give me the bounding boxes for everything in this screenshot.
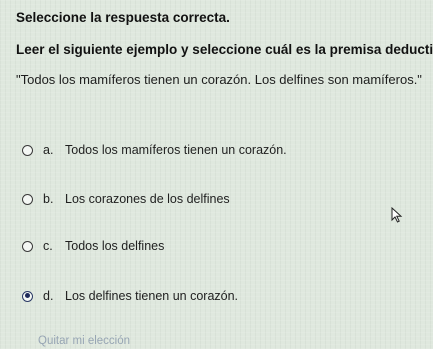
option-d[interactable]: d. Los delfines tienen un corazón. — [22, 289, 238, 303]
question-example-text: "Todos los mamíferos tienen un corazón. … — [16, 72, 422, 87]
question-prompt: Leer el siguiente ejemplo y seleccione c… — [16, 42, 433, 57]
option-letter-d: d. — [43, 289, 54, 303]
quiz-question-card: Seleccione la respuesta correcta. Leer e… — [0, 0, 433, 349]
radio-button-c[interactable] — [22, 240, 33, 252]
option-letter-a: a. — [43, 143, 54, 157]
mouse-pointer-icon — [391, 207, 403, 223]
instruction-heading: Seleccione la respuesta correcta. — [16, 10, 230, 25]
option-label-a: Todos los mamíferos tienen un corazón. — [65, 143, 287, 157]
option-label-d: Los delfines tienen un corazón. — [65, 289, 239, 303]
radio-button-a[interactable] — [22, 144, 33, 156]
option-letter-c: c. — [43, 239, 53, 253]
radio-button-b[interactable] — [22, 193, 33, 205]
option-label-b: Los corazones de los delfines — [65, 192, 230, 206]
option-b[interactable]: b. Los corazones de los delfines — [22, 192, 230, 206]
clear-selection-link[interactable]: Quitar mi elección — [38, 335, 130, 347]
option-c[interactable]: c. Todos los delfines — [22, 239, 164, 253]
radio-button-d-selected[interactable] — [22, 290, 33, 302]
option-a[interactable]: a. Todos los mamíferos tienen un corazón… — [22, 143, 287, 157]
option-letter-b: b. — [43, 192, 54, 206]
option-label-c: Todos los delfines — [65, 239, 165, 253]
